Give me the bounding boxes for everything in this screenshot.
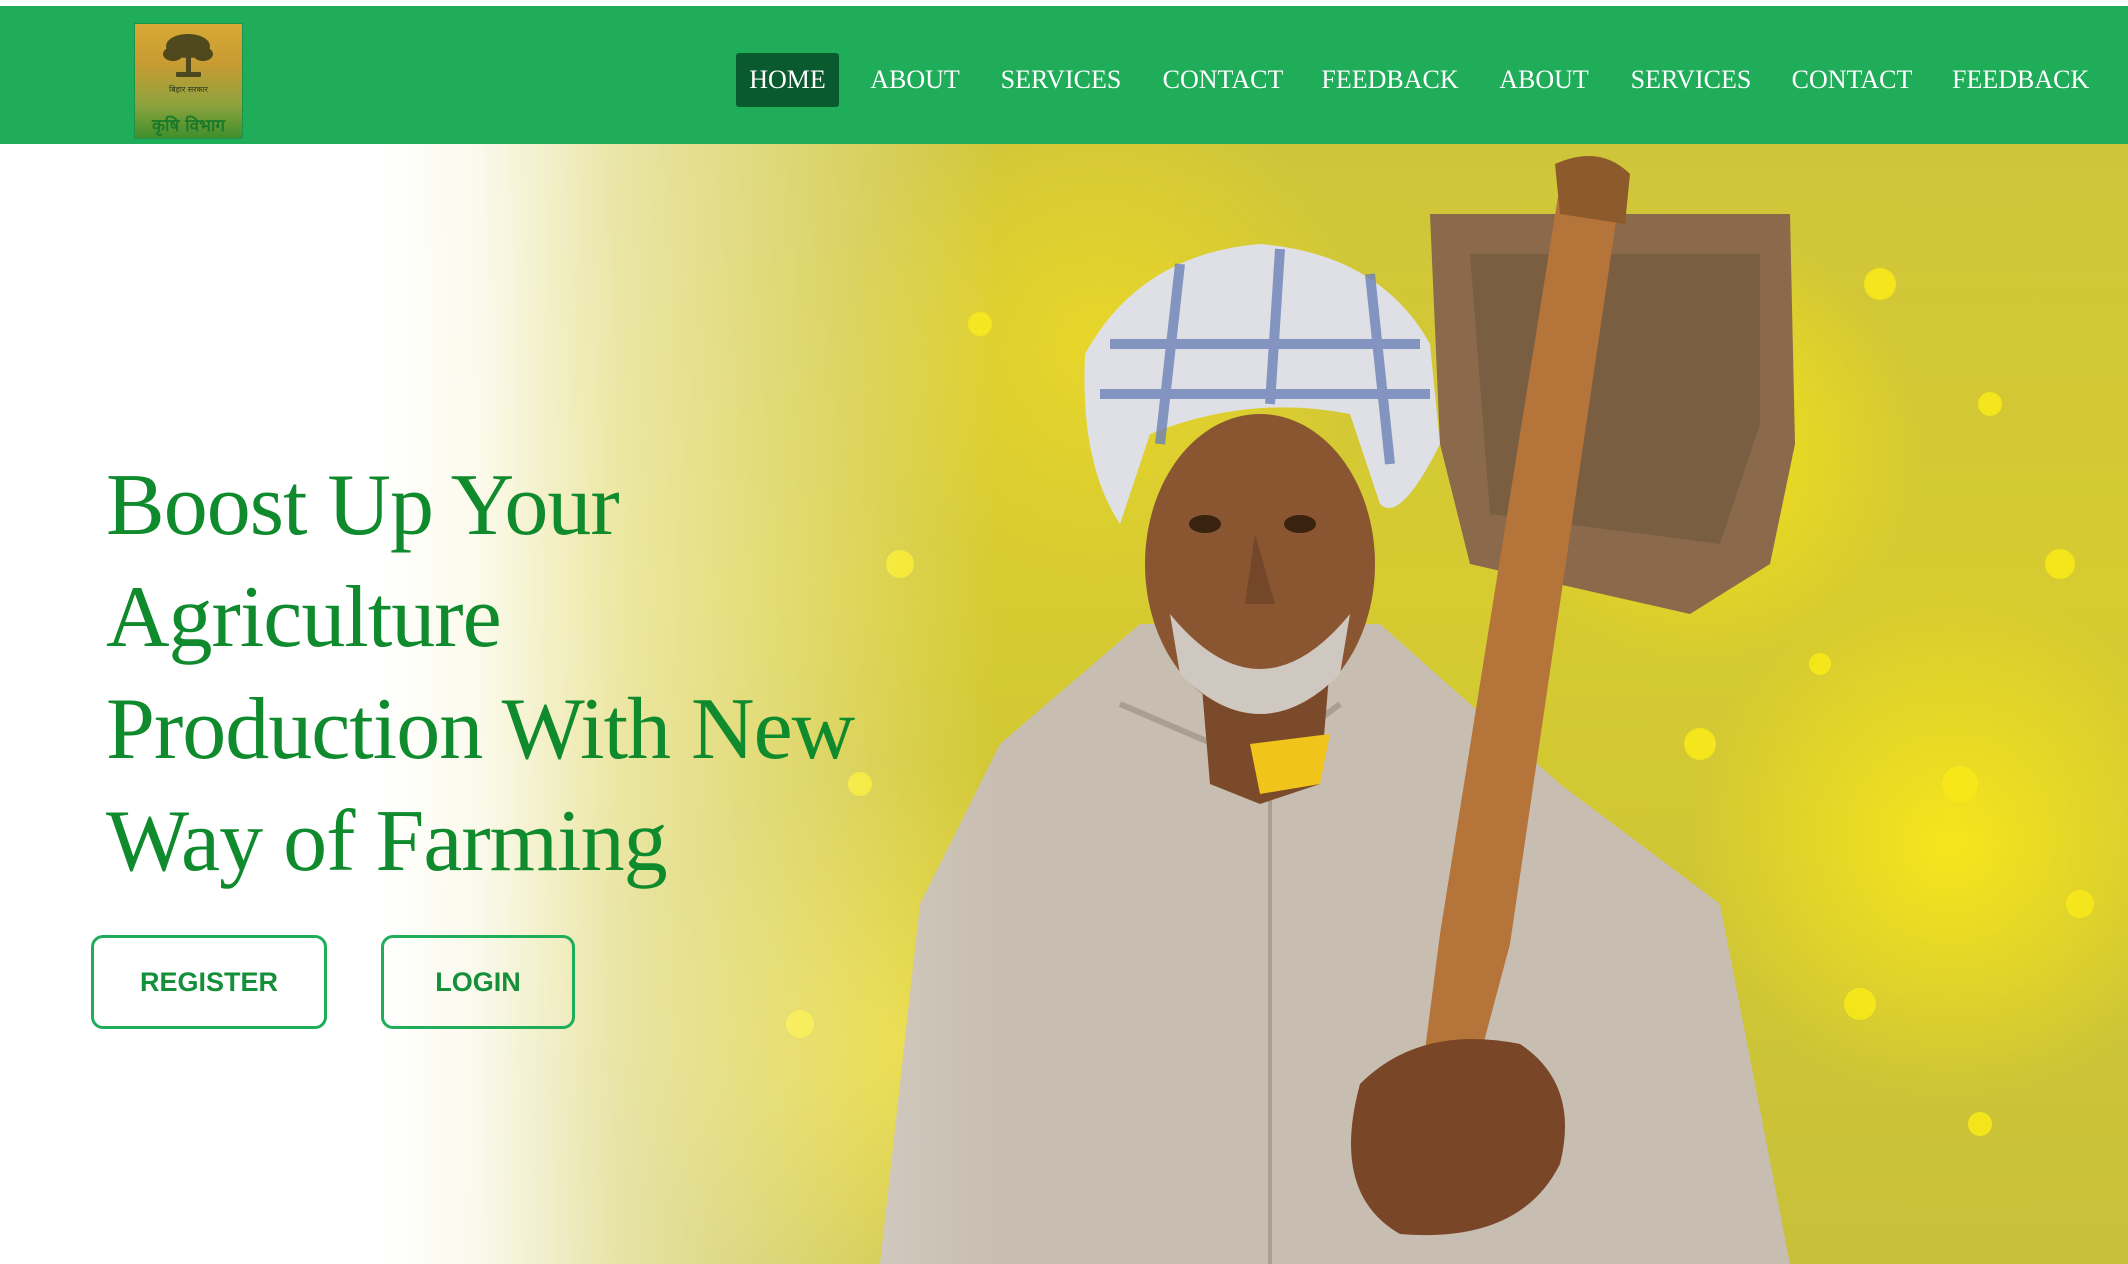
site-logo[interactable]: बिहार सरकार कृषि विभाग bbox=[135, 24, 242, 138]
nav-about[interactable]: ABOUT bbox=[860, 53, 970, 107]
nav-feedback-2[interactable]: FEEDBACK bbox=[1952, 53, 2089, 107]
nav-about-2[interactable]: ABOUT bbox=[1496, 53, 1592, 107]
hero-banner: Boost Up Your Agriculture Production Wit… bbox=[0, 144, 2128, 1264]
nav-home[interactable]: HOME bbox=[736, 53, 839, 107]
nav-services[interactable]: SERVICES bbox=[996, 53, 1126, 107]
hero-headline: Boost Up Your Agriculture Production Wit… bbox=[106, 457, 855, 890]
nav-services-2[interactable]: SERVICES bbox=[1630, 53, 1752, 107]
login-button[interactable]: LOGIN bbox=[381, 935, 575, 1029]
logo-text: कृषि विभाग bbox=[152, 116, 225, 136]
register-button[interactable]: REGISTER bbox=[91, 935, 327, 1029]
top-navbar: बिहार सरकार कृषि विभाग HOME ABOUT SERVIC… bbox=[0, 6, 2128, 144]
logo-subtext: बिहार सरकार bbox=[169, 85, 208, 94]
nav-contact-2[interactable]: CONTACT bbox=[1790, 53, 1914, 107]
nav-contact[interactable]: CONTACT bbox=[1162, 53, 1284, 107]
nav-feedback[interactable]: FEEDBACK bbox=[1320, 53, 1460, 107]
